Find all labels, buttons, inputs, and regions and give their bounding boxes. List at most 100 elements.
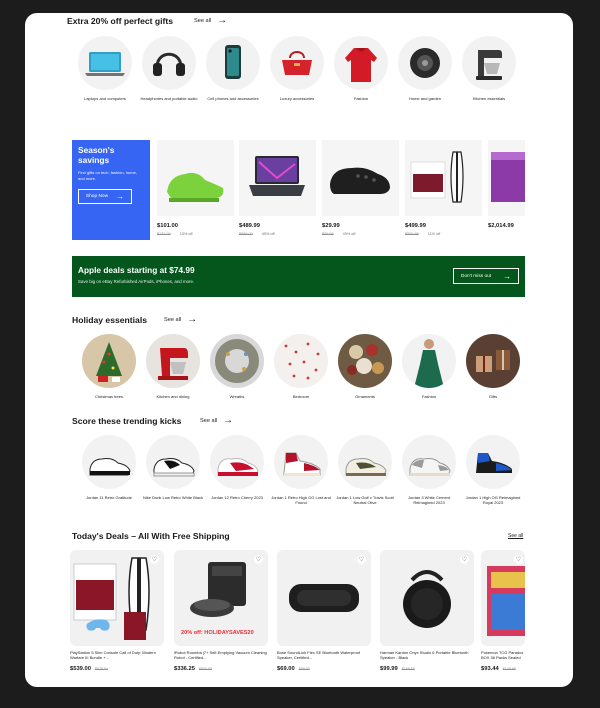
deals-title: Today's Deals – All With Free Shipping	[72, 531, 230, 541]
dont-miss-out-button[interactable]: Don't miss out →	[453, 268, 519, 284]
arrow-right-icon: →	[217, 15, 228, 26]
ps5-bundle-image	[405, 140, 482, 216]
sneaker-image	[157, 140, 234, 216]
category-label: Fashion	[353, 96, 369, 101]
kick-nike-dunk-low[interactable]: Nike Dunk Low Retro White Black	[141, 435, 205, 505]
deal-price: $93.44	[481, 666, 499, 672]
arrow-right-icon: →	[503, 271, 512, 281]
gifts-title: Extra 20% off perfect gifts	[67, 16, 174, 26]
gifts-image	[466, 334, 520, 388]
holiday-ornaments[interactable]: Ornaments	[333, 334, 397, 399]
deal-card-bose[interactable]: ♡ Bose SoundLink Flex SE Bluetooth Water…	[277, 550, 371, 672]
dont-miss-out-label: Don't miss out	[460, 273, 492, 279]
sneaker-image	[338, 435, 392, 489]
sneaker-image	[146, 435, 200, 489]
deal-price: $336.25	[174, 666, 195, 672]
holiday-see-all-link[interactable]: See all →	[164, 315, 197, 325]
deal-discount: 11% off	[427, 232, 441, 236]
kick-jordan-1-royal[interactable]: Jordan 1 High OG Reimagined Royal 2023	[461, 435, 525, 505]
deal-card-harman[interactable]: ♡ Harman Kardon Onyx Studio 6 Portable B…	[380, 550, 474, 672]
shop-now-button[interactable]: Shop Now →	[78, 188, 132, 204]
category-home-garden[interactable]: Home and garden	[393, 36, 457, 101]
heart-icon[interactable]: ♡	[460, 555, 469, 564]
wreath-image	[210, 334, 264, 388]
sneaker-image	[82, 435, 136, 489]
deal-price: $499.99	[405, 223, 426, 229]
deal-card-pokemon[interactable]: ♡ Pokemon TCG Paradox BOX 36 Packs Seale…	[481, 550, 525, 672]
kick-label: Jordan 1 Low Golf x Travis Scott Neutral…	[336, 495, 394, 505]
shop-now-label: Shop Now	[85, 193, 109, 199]
category-label: Laptops and computers	[84, 96, 126, 101]
kick-jordan-11-gratitude[interactable]: Jordan 11 Retro Gratitude	[77, 435, 141, 505]
kicks-title: Score these trending kicks	[72, 416, 182, 426]
bose-speaker-image: ♡	[277, 550, 371, 646]
kick-jordan-3-white-cement[interactable]: Jordan 3 White Cement Reimagined 2023	[397, 435, 461, 505]
robot-vacuum-image	[398, 36, 452, 90]
holiday-wreaths[interactable]: Wreaths	[205, 334, 269, 399]
holiday-kitchen-dining[interactable]: Kitchen and dining	[141, 334, 205, 399]
kicks-see-all-link[interactable]: See all →	[200, 416, 233, 426]
kick-jordan-1-lost-found[interactable]: Jordan 1 Retro High OG Lost and Found	[269, 435, 333, 505]
kick-label: Jordan 3 White Cement Reimagined 2023	[407, 495, 451, 505]
season-savings-banner[interactable]: Season's savings Find gifts on tech, fas…	[72, 140, 150, 240]
christmas-tree-image	[82, 334, 136, 388]
kick-label: Jordan 1 Retro High OG Lost and Found	[271, 495, 331, 505]
holiday-gifts[interactable]: Gifts	[461, 334, 525, 399]
kick-jordan-12-cherry[interactable]: Jordan 12 Retro Cherry 2023	[205, 435, 269, 505]
headphones-image	[142, 36, 196, 90]
deal-old-price: $149.99	[502, 667, 516, 671]
see-all-label: See all	[200, 418, 218, 424]
kick-label: Jordan 12 Retro Cherry 2023	[211, 495, 263, 500]
heart-icon[interactable]: ♡	[150, 555, 159, 564]
category-label: Kitchen essentials	[472, 96, 506, 101]
harman-speaker-image: ♡	[380, 550, 474, 646]
category-label: Cell phones and accessories	[207, 96, 259, 101]
deal-card-roomba[interactable]: ♡ 20% off: HOLIDAYSAVES20 iRobot Roomba …	[174, 550, 268, 672]
category-luxury[interactable]: Luxury accessories	[265, 36, 329, 101]
heart-icon[interactable]: ♡	[514, 555, 523, 564]
arrow-right-icon: →	[223, 415, 234, 426]
deal-item-cards[interactable]: $2,014.99	[488, 140, 525, 229]
deal-title: iRobot Roomba j7+ Self-Emptying Vacuum C…	[174, 650, 267, 661]
deal-price: $99.99	[380, 666, 398, 672]
deal-item-console[interactable]: $499.99 $559.99 11% off	[405, 140, 482, 236]
deal-item-laptop[interactable]: $489.99 $899.00 45% off	[239, 140, 316, 236]
category-headphones[interactable]: Headphones and portable audio	[137, 36, 201, 101]
holiday-bedroom[interactable]: Bedroom	[269, 334, 333, 399]
holiday-label: Ornaments	[355, 394, 375, 399]
deals-see-all-link[interactable]: See all	[508, 533, 523, 539]
season-title: Season's savings	[78, 145, 115, 165]
category-cell-phones[interactable]: Cell phones and accessories	[201, 36, 265, 101]
category-label: Headphones and portable audio	[140, 96, 198, 101]
laptop-image	[78, 36, 132, 90]
holiday-label: Christmas trees	[94, 394, 123, 399]
deal-old-price: $99.00	[298, 667, 310, 671]
category-label: Luxury accessories	[279, 96, 315, 101]
deal-card-ps5[interactable]: ♡ PlayStation 5 Slim Console Call of Dut…	[70, 550, 164, 672]
deal-price: $2,014.99	[488, 223, 514, 229]
heart-icon[interactable]: ♡	[254, 555, 263, 564]
heart-icon[interactable]: ♡	[357, 555, 366, 564]
holiday-christmas-trees[interactable]: Christmas trees	[77, 334, 141, 399]
kick-label: Jordan 1 High OG Reimagined Royal 2023	[465, 495, 521, 505]
sneaker-image	[466, 435, 520, 489]
deal-old-price: $59.99	[322, 232, 334, 236]
category-fashion[interactable]: Fashion	[329, 36, 393, 101]
deal-price: $29.99	[322, 223, 340, 229]
kick-jordan-1-low-travis[interactable]: Jordan 1 Low Golf x Travis Scott Neutral…	[333, 435, 397, 505]
gifts-see-all-link[interactable]: See all →	[194, 16, 227, 26]
ps5-image: ♡	[70, 550, 164, 646]
category-laptops[interactable]: Laptops and computers	[73, 36, 137, 101]
trading-cards-image	[488, 140, 525, 216]
deal-item-clogs[interactable]: $29.99 $59.99 49% off	[322, 140, 399, 236]
holiday-label: Gifts	[488, 394, 498, 399]
holiday-fashion[interactable]: Fashion	[397, 334, 461, 399]
deal-item-sneakers[interactable]: $101.00 $132.00 15% off	[157, 140, 234, 236]
deal-old-price: $579.54	[94, 667, 108, 671]
category-kitchen[interactable]: Kitchen essentials	[457, 36, 521, 101]
season-description: Find gifts on tech, fashion, home, and m…	[78, 170, 137, 181]
deal-price: $539.00	[70, 666, 91, 672]
red-mixer-image	[146, 334, 200, 388]
deal-discount: 45% off	[261, 232, 275, 236]
deal-title: Harman Kardon Onyx Studio 6 Portable Blu…	[380, 650, 469, 661]
